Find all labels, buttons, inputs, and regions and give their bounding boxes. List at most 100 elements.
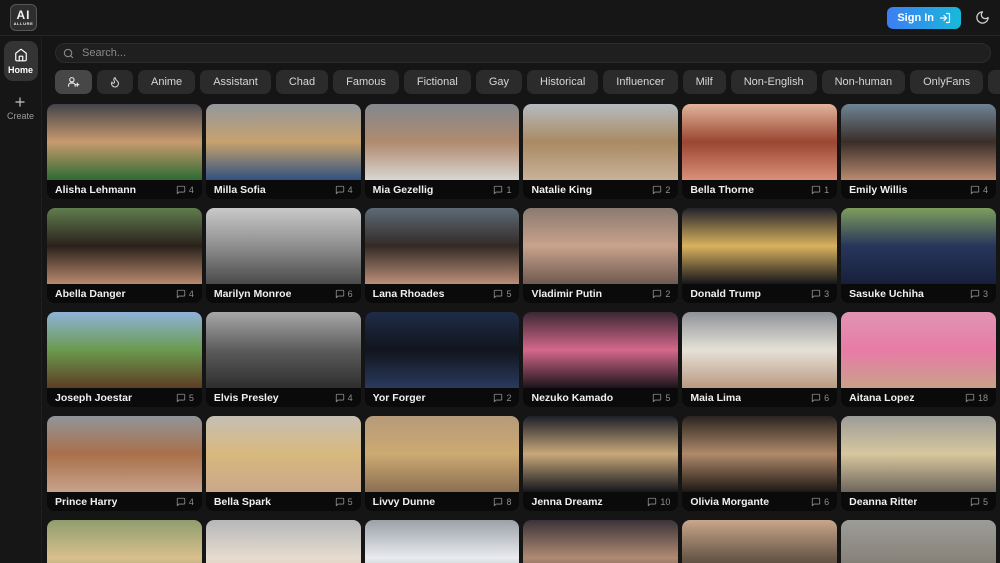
filter-chip-famous[interactable]: Famous [333,70,399,94]
character-card[interactable] [841,520,996,563]
theme-toggle-button[interactable] [975,10,990,25]
message-icon [335,393,344,402]
character-grid: Alisha Lehmann 4 Milla Sofia 4 Mia Gezel… [47,104,996,563]
character-name: Aitana Lopez [849,391,915,404]
chat-count: 4 [176,185,194,195]
character-card[interactable]: Mia Gezellig 1 [364,104,520,199]
message-icon [811,393,821,402]
filter-chip-anime[interactable]: Anime [138,70,196,94]
character-card[interactable]: Joseph Joestar 5 [47,312,202,407]
character-card[interactable]: Milla Sofia 4 [205,104,361,199]
character-name: Vladimir Putin [531,287,603,300]
sidebar-item-create[interactable]: Create [7,95,34,121]
message-icon [494,185,503,194]
message-icon [176,393,185,402]
message-icon [811,289,821,298]
character-card[interactable]: Nezuko Kamado 5 [523,312,679,407]
filter-chip-gay[interactable]: Gay [475,70,523,94]
character-card[interactable]: Abella Danger 4 [47,208,202,303]
character-name: Joseph Joestar [55,391,133,404]
main-content: AnimeAssistantChadFamousFictionalGayHist… [42,36,1000,563]
chat-count: 4 [970,185,988,195]
character-image [841,104,996,180]
filter-chip-historical[interactable]: Historical [527,70,599,94]
chat-count-number: 1 [506,184,512,195]
card-footer: Jenna Dreamz 10 [523,492,679,511]
card-footer: Milla Sofia 4 [205,180,361,199]
character-card[interactable] [523,520,679,563]
chat-count-number: 5 [982,496,988,507]
character-card[interactable]: Deanna Ritter 5 [841,416,996,511]
chat-count: 2 [652,289,670,299]
character-image [364,416,520,492]
character-card[interactable]: Olivia Morgante 6 [682,416,838,511]
sign-in-button[interactable]: Sign In [887,6,961,29]
character-card[interactable]: Marilyn Monroe 6 [205,208,361,303]
sidebar-item-home[interactable]: Home [3,41,38,81]
character-image [364,208,520,284]
character-card[interactable]: Livvy Dunne 8 [364,416,520,511]
card-footer: Bella Thorne 1 [682,180,838,199]
search-icon [63,48,74,59]
character-card[interactable]: Alisha Lehmann 4 [47,104,202,199]
character-card[interactable]: Elvis Presley 4 [205,312,361,407]
character-card[interactable] [205,520,361,563]
trending-filter-chip[interactable] [97,70,133,94]
card-footer: Joseph Joestar 5 [47,388,202,407]
filter-chip-politics[interactable]: Politics [988,70,1000,94]
message-icon [811,497,821,506]
home-icon [14,48,28,62]
character-card[interactable]: Natalie King 2 [523,104,679,199]
character-card[interactable]: Yor Forger 2 [364,312,520,407]
filter-chip-chad[interactable]: Chad [275,70,329,94]
character-image [205,520,361,563]
character-card[interactable]: Emily Willis 4 [841,104,996,199]
character-card[interactable]: Aitana Lopez 18 [841,312,996,407]
chat-count: 8 [493,497,511,507]
message-icon [335,497,344,506]
chat-count-number: 2 [665,184,671,195]
card-footer: Abella Danger 4 [47,284,202,303]
filter-chip-bar: Anime Assistant Chad Famous Fictional Gay Hist… [55,70,1000,94]
character-card[interactable]: Jenna Dreamz 10 [523,416,679,511]
card-footer: Mia Gezellig 1 [364,180,520,199]
chat-count-number: 4 [347,392,353,403]
character-card[interactable] [47,520,202,563]
search-input[interactable] [55,43,991,63]
filter-chip-assistant[interactable]: Assistant [200,70,271,94]
character-card[interactable]: Maia Lima 6 [682,312,838,407]
filter-chip-non-english[interactable]: Non-English [730,70,817,94]
chat-count-number: 2 [506,392,512,403]
chat-count: 4 [335,185,353,195]
card-footer: Prince Harry 4 [47,492,202,511]
filter-chip-influencer[interactable]: Influencer [603,70,678,94]
chat-count-number: 4 [347,184,353,195]
character-card[interactable]: Vladimir Putin 2 [523,208,679,303]
character-card[interactable] [682,520,838,563]
character-image [47,312,202,388]
character-card[interactable]: Bella Thorne 1 [682,104,838,199]
filter-chip-non-human[interactable]: Non-human [821,70,906,94]
chat-count: 5 [493,289,511,299]
card-footer: Olivia Morgante 6 [682,492,838,511]
filter-chip-milf[interactable]: Milf [682,70,726,94]
character-card[interactable] [364,520,520,563]
character-card[interactable]: Bella Spark 5 [205,416,361,511]
character-image [47,104,202,180]
filter-chip-onlyfans[interactable]: OnlyFans [910,70,984,94]
card-footer: Marilyn Monroe 6 [205,284,361,303]
card-footer: Emily Willis 4 [841,180,996,199]
message-icon [653,289,662,298]
brand-logo[interactable]: AI ALLURE [10,4,37,31]
filter-chip-fictional[interactable]: Fictional [403,70,471,94]
character-name: Natalie King [531,183,593,196]
character-card[interactable]: Lana Rhoades 5 [364,208,520,303]
chat-count-number: 8 [506,496,512,507]
character-image [47,520,202,563]
character-image [682,104,838,180]
people-filter-chip[interactable] [55,70,92,94]
character-card[interactable]: Donald Trump 3 [682,208,838,303]
character-card[interactable]: Sasuke Uchiha 3 [841,208,996,303]
character-card[interactable]: Prince Harry 4 [47,416,202,511]
card-footer: Alisha Lehmann 4 [47,180,202,199]
